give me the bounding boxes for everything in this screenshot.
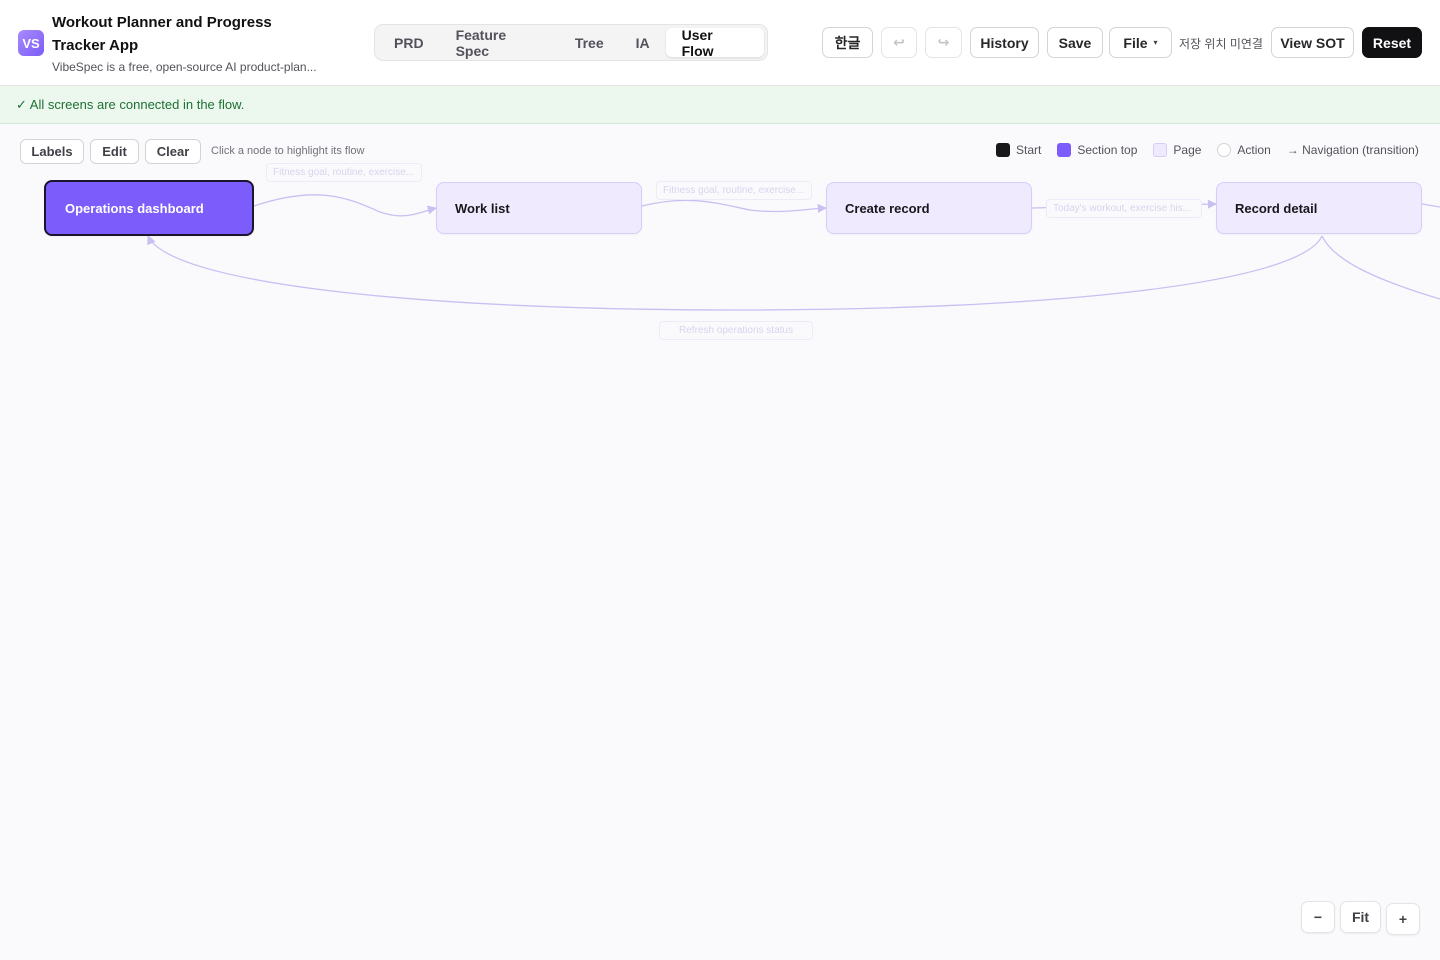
flow-status-text: ✓ All screens are connected in the flow. — [16, 96, 245, 112]
app-subtitle: VibeSpec is a free, open-source AI produ… — [52, 60, 317, 74]
node-operations-dashboard[interactable]: Operations dashboard — [44, 180, 254, 236]
edge-detail-offscreen — [1321, 235, 1440, 300]
undo-icon: ↩ — [893, 34, 905, 50]
edge-detail-to-dashboard — [147, 235, 1323, 311]
history-button[interactable]: History — [970, 27, 1039, 58]
edge-dashboard-to-work-list — [253, 194, 437, 217]
app-logo: VS — [18, 30, 44, 56]
language-button[interactable]: 한글 — [822, 27, 873, 58]
redo-icon: ↪ — [937, 34, 950, 50]
edge-label: Fitness goal, routine, exercise... — [656, 181, 812, 200]
tab-prd[interactable]: PRD — [378, 28, 440, 57]
chevron-down-icon: ▾ — [1153, 38, 1158, 47]
tab-feature-spec[interactable]: Feature Spec — [440, 27, 559, 59]
edge-label: Fitness goal, routine, exercise... — [266, 163, 422, 182]
save-location-status: 저장 위치 미연결 — [1179, 37, 1263, 51]
zoom-fit-button[interactable]: Fit — [1340, 901, 1381, 933]
file-menu-label: File — [1123, 34, 1148, 51]
tab-tree[interactable]: Tree — [559, 28, 620, 57]
tab-user-flow[interactable]: User Flow — [665, 27, 764, 59]
app-title: Workout Planner and Progress Tracker App — [52, 14, 272, 54]
flow-canvas[interactable]: Labels Edit Clear Click a node to highli… — [0, 124, 1440, 960]
zoom-in-button[interactable]: + — [1386, 903, 1420, 935]
save-button[interactable]: Save — [1047, 27, 1103, 58]
flow-status-banner: ✓ All screens are connected in the flow. — [0, 86, 1440, 124]
edge-label: Refresh operations status — [659, 321, 813, 340]
node-create-record[interactable]: Create record — [826, 182, 1032, 234]
node-record-detail[interactable]: Record detail — [1216, 182, 1422, 234]
app-header: VS Workout Planner and Progress Tracker … — [0, 0, 1440, 86]
file-menu-button[interactable]: File ▾ — [1109, 27, 1172, 58]
node-work-list[interactable]: Work list — [436, 182, 642, 234]
reset-button[interactable]: Reset — [1362, 27, 1422, 58]
edge-work-list-to-create-record — [641, 199, 827, 213]
view-sot-button[interactable]: View SOT — [1271, 27, 1354, 58]
redo-button[interactable]: ↪ — [925, 27, 962, 58]
zoom-out-button[interactable]: − — [1301, 901, 1335, 933]
edge-offscreen-right — [1421, 203, 1440, 208]
edge-label: Today's workout, exercise his... — [1046, 199, 1202, 218]
tab-ia[interactable]: IA — [620, 28, 666, 57]
undo-button[interactable]: ↩ — [881, 27, 917, 58]
view-tabs: PRD Feature Spec Tree IA User Flow — [374, 24, 768, 61]
